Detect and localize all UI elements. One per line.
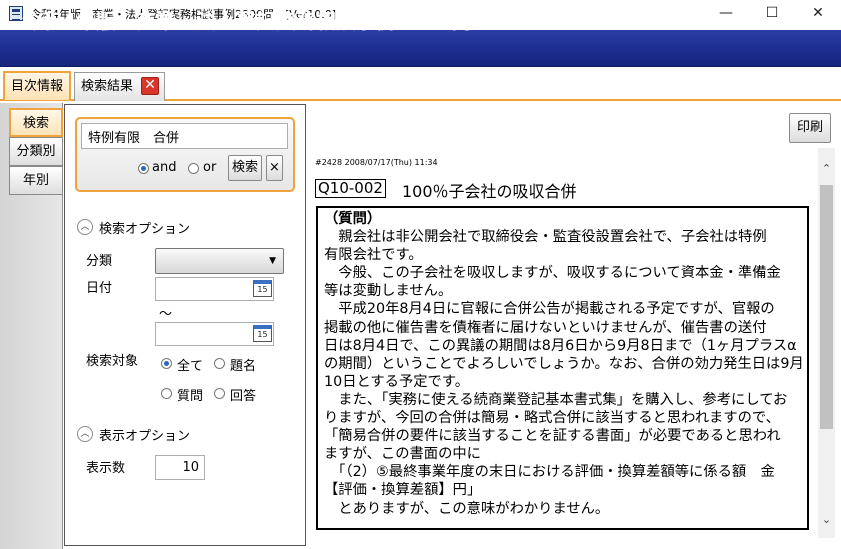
app-banner: [0, 30, 841, 67]
question-heading: （質問）: [324, 211, 382, 227]
radio-target-answer-label: 回答: [230, 389, 257, 404]
radio-target-title-label: 題名: [230, 359, 257, 374]
result-count-input[interactable]: 10: [155, 455, 205, 480]
body-line: 10日とする予定です。: [324, 373, 470, 390]
radio-target-question[interactable]: [161, 388, 172, 399]
app-icon: [9, 6, 23, 21]
banner-title: 令和4年版 商業・法人登記実務相談事例2800問: [22, 9, 472, 33]
date-range-tilde: ～: [159, 307, 173, 322]
body-line: りますが、今回の合併は簡易・略式合併に該当すると思われますので、: [324, 410, 780, 427]
print-button[interactable]: 印刷: [789, 113, 831, 143]
calendar-icon[interactable]: 15: [253, 280, 272, 297]
close-tab-icon[interactable]: ✕: [141, 77, 159, 95]
radio-target-all-label: 全て: [177, 359, 204, 374]
calendar-icon[interactable]: 15: [253, 325, 272, 342]
radio-target-question-label: 質問: [177, 389, 204, 404]
body-line: とありますが、この意味がわかりません。: [324, 500, 610, 517]
question-body: （質問） 親会社は非公開会社で取締役会・監査役設置会社で、子会社は特例 有限会社…: [316, 206, 809, 530]
result-count-label: 表示数: [86, 461, 126, 476]
entry-meta: #2428 2008/07/17(Thu) 11:34: [315, 158, 438, 167]
body-line: 今般、この子会社を吸収しますが、吸収するについて資本金・準備金: [324, 265, 781, 282]
clear-search-button[interactable]: ×: [266, 155, 283, 181]
body-line: 「簡易合併の要件に該当することを証する書面」が必要であると思われ: [324, 428, 781, 445]
body-line: 掲載の他に催告書を債権者に届けないといけませんが、催告書の送付: [324, 319, 767, 336]
dropdown-arrow-icon: ▼: [269, 256, 276, 266]
body-line: の期間）ということでよろしいでしょうか。なお、合併の効力発生日は9月: [324, 355, 804, 372]
body-line: ますが、この書面の中に: [324, 446, 481, 463]
collapse-chevron-icon[interactable]: ︿: [77, 426, 93, 442]
close-window-button[interactable]: ✕: [795, 0, 841, 26]
radio-or-label: or: [203, 160, 217, 175]
radio-and[interactable]: [138, 163, 149, 174]
collapse-chevron-icon[interactable]: ︿: [77, 219, 93, 235]
minimize-button[interactable]: —: [703, 0, 749, 26]
body-line: また、「実務に使える続商業登記基本書式集」を購入し、参考にしてお: [324, 391, 788, 408]
body-line: 日は8月4日で、この異議の期間は8月6日から9月8日まで（1ヶ月プラスα: [324, 337, 797, 354]
question-title: 100％子会社の吸収合併: [402, 182, 577, 201]
radio-target-answer[interactable]: [214, 388, 225, 399]
rail-item-search[interactable]: 検索: [9, 108, 63, 137]
category-select[interactable]: ▼: [155, 248, 284, 274]
body-line: 「（2）⑤最終事業年度の末日における評価・換算差額等に係る額 金: [324, 464, 775, 481]
body-line: 【評価・換算差額】円」: [324, 482, 482, 499]
search-input[interactable]: [81, 123, 288, 149]
date-label: 日付: [86, 281, 113, 296]
body-line: 親会社は非公開会社で取締役会・監査役設置会社で、子会社は特例: [324, 229, 767, 246]
search-button[interactable]: 検索: [228, 155, 262, 181]
date-to-input[interactable]: 15: [155, 322, 274, 346]
body-line: 等は変動しません。: [324, 283, 453, 300]
category-label: 分類: [86, 254, 113, 269]
tab-bar: 目次情報 検索結果 ✕: [0, 67, 841, 101]
search-options-heading[interactable]: 検索オプション: [99, 218, 190, 237]
left-navigation-rail: 検索 分類別 年別: [0, 103, 63, 549]
scroll-down-icon[interactable]: ⌄: [818, 513, 835, 531]
search-target-label: 検索対象: [86, 354, 139, 369]
tab-table-of-contents[interactable]: 目次情報: [3, 71, 71, 100]
question-id: Q10-002: [315, 179, 386, 198]
scrollbar-thumb[interactable]: [820, 185, 833, 429]
radio-target-all[interactable]: [161, 358, 172, 369]
rail-item-by-year[interactable]: 年別: [9, 166, 63, 195]
tab-label: 検索結果: [81, 79, 134, 94]
radio-target-title[interactable]: [214, 358, 225, 369]
maximize-button[interactable]: ☐: [749, 0, 795, 26]
rail-item-by-category[interactable]: 分類別: [9, 137, 63, 166]
body-line: 平成20年8月4日に官報に合併公告が掲載される予定ですが、官報の: [324, 301, 775, 318]
date-from-input[interactable]: 15: [155, 277, 274, 301]
tab-label: 目次情報: [11, 79, 64, 94]
radio-or[interactable]: [188, 163, 199, 174]
scroll-up-icon[interactable]: ⌃: [818, 162, 835, 180]
radio-and-label: and: [152, 160, 177, 175]
display-options-heading[interactable]: 表示オプション: [99, 425, 190, 444]
body-line: 有限会社です。: [324, 247, 423, 264]
